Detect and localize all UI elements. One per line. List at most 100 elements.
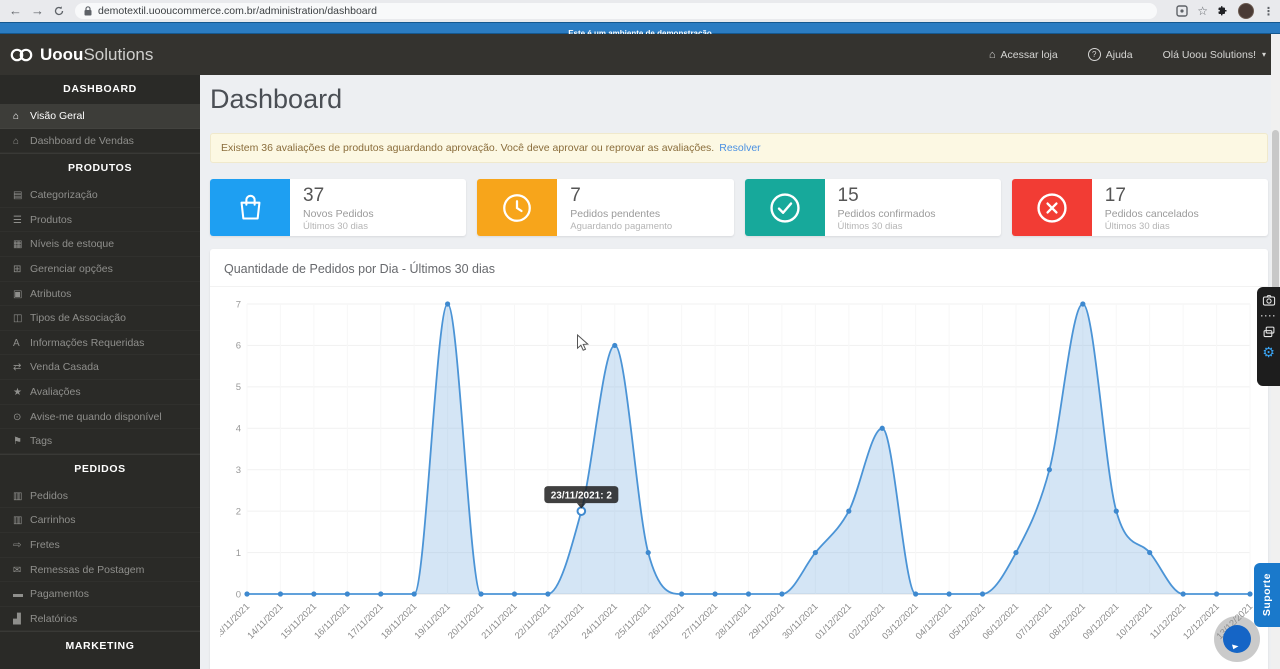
screenshot-extension-icon[interactable] xyxy=(1176,5,1188,17)
sidebar-item-label: Informações Requeridas xyxy=(30,336,145,349)
alert-text: Existem 36 avaliações de produtos aguard… xyxy=(221,142,715,154)
stat-value: 17 xyxy=(1104,185,1126,206)
y-tick-label: 1 xyxy=(236,548,241,559)
sidebar-item-label: Fretes xyxy=(30,538,60,551)
sidebar-item-informacoes-requeridas[interactable]: A Informações Requeridas xyxy=(0,331,200,356)
orders-per-day-chart[interactable]: 0123456713/11/202114/11/202115/11/202116… xyxy=(220,291,1255,643)
sidebar-item-label: Gerenciar opções xyxy=(30,262,113,275)
sidebar-item-label: Visão Geral xyxy=(30,110,85,122)
data-point[interactable] xyxy=(244,591,250,597)
forward-icon[interactable]: → xyxy=(31,0,44,22)
sidebar-item-pagamentos[interactable]: ▬ Pagamentos xyxy=(0,582,200,607)
data-point[interactable] xyxy=(913,591,919,597)
extensions-puzzle-icon[interactable] xyxy=(1217,5,1229,17)
data-point[interactable] xyxy=(645,549,651,556)
logo-text-light: Solutions xyxy=(83,44,154,64)
y-tick-label: 5 xyxy=(236,382,241,393)
resolver-link[interactable]: Resolver xyxy=(719,142,760,154)
x-tick-label: 10/12/2021 xyxy=(1114,601,1154,641)
sidebar-item-tags[interactable]: ⚑ Tags xyxy=(0,429,200,454)
sidebar-item-remessas-de-postagem[interactable]: ✉ Remessas de Postagem xyxy=(0,558,200,583)
data-point[interactable] xyxy=(779,591,785,597)
sidebar-item-atributos[interactable]: ▣ Atributos xyxy=(0,282,200,307)
cart-icon: ▥ xyxy=(13,490,23,502)
data-point[interactable] xyxy=(879,425,885,431)
sidebar-item-categorizacao[interactable]: ▤ Categorização xyxy=(0,183,200,208)
sidebar-item-produtos[interactable]: ☰ Produtos xyxy=(0,208,200,233)
help-link[interactable]: ? Ajuda xyxy=(1087,48,1133,61)
data-point[interactable] xyxy=(1080,301,1086,307)
data-point[interactable] xyxy=(1180,591,1186,597)
sidebar-section-dashboard: DASHBOARD xyxy=(63,83,137,95)
sidebar-item-label: Relatórios xyxy=(30,612,78,625)
bookmark-star-icon[interactable]: ☆ xyxy=(1197,4,1208,18)
sidebar-item-visao-geral[interactable]: ⌂ Visão Geral xyxy=(0,104,200,129)
extension-toolbar: ···· ⚙ xyxy=(1257,287,1280,386)
sidebar-item-label: Produtos xyxy=(30,213,73,226)
browser-menu-icon[interactable]: ⋮ xyxy=(1263,5,1274,18)
user-menu[interactable]: Olá Uoou Solutions! ▾ xyxy=(1163,49,1266,61)
stat-card-text: 15 Pedidos confirmados Últimos 30 dias xyxy=(825,179,936,236)
attribute-icon: ▣ xyxy=(13,288,23,300)
stat-card-pedidos-cancelados[interactable]: 17 Pedidos cancelados Últimos 30 dias xyxy=(1011,179,1268,236)
logo[interactable]: Uoou Solutions xyxy=(10,45,153,65)
sidebar-item-niveis-de-estoque[interactable]: ▦ Níveis de estoque xyxy=(0,232,200,257)
data-point[interactable] xyxy=(1247,591,1253,597)
data-point[interactable] xyxy=(1113,508,1119,514)
sidebar-item-fretes[interactable]: ⇨ Fretes xyxy=(0,533,200,558)
address-bar[interactable]: demotextil.uooucommerce.com.br/administr… xyxy=(75,3,1158,19)
support-tab-label: Suporte xyxy=(1261,573,1273,617)
sidebar-item-avise-me-quando-disponivel[interactable]: ⊙ Avise-me quando disponível xyxy=(0,405,200,430)
help-label: Ajuda xyxy=(1105,48,1133,61)
data-point[interactable] xyxy=(545,591,551,597)
data-point[interactable] xyxy=(1046,467,1052,473)
sidebar-item-label: Remessas de Postagem xyxy=(30,563,145,576)
screenshots-stack-icon[interactable] xyxy=(1262,325,1276,339)
data-point[interactable] xyxy=(344,591,350,597)
data-point[interactable] xyxy=(511,591,518,597)
stat-card-text: 7 Pedidos pendentes Aguardando pagamento xyxy=(557,179,672,236)
profile-avatar[interactable] xyxy=(1238,3,1254,19)
sidebar-item-relatorios[interactable]: ▟ Relatórios xyxy=(0,607,200,632)
stat-card-novos-pedidos[interactable]: 37 Novos Pedidos Últimos 30 dias xyxy=(210,179,467,236)
data-point[interactable] xyxy=(712,591,718,597)
stat-card-pedidos-pendentes[interactable]: 7 Pedidos pendentes Aguardando pagamento xyxy=(477,179,734,236)
mail-icon: ✉ xyxy=(13,564,22,576)
scrollbar-thumb[interactable] xyxy=(1272,130,1279,290)
sidebar-item-carrinhos[interactable]: ▥ Carrinhos xyxy=(0,508,200,533)
data-point[interactable] xyxy=(277,591,284,597)
more-options-icon[interactable]: ···· xyxy=(1261,312,1277,321)
data-point[interactable] xyxy=(1013,549,1019,556)
data-point[interactable] xyxy=(1213,591,1220,597)
stat-card-pedidos-confirmados[interactable]: 15 Pedidos confirmados Últimos 30 dias xyxy=(744,179,1001,236)
data-point[interactable] xyxy=(612,342,618,349)
sidebar-item-gerenciar-opcoes[interactable]: ⊞ Gerenciar opções xyxy=(0,257,200,282)
back-icon[interactable]: ← xyxy=(9,0,22,22)
chart-title: Quantidade de Pedidos por Dia - Últimos … xyxy=(210,249,1268,287)
sidebar-item-tipos-de-associacao[interactable]: ◫ Tipos de Associação xyxy=(0,306,200,331)
access-store-link[interactable]: ⌂ Acessar loja xyxy=(989,49,1058,61)
sidebar-item-avaliacoes[interactable]: ★ Avaliações xyxy=(0,380,200,405)
support-tab[interactable]: Suporte xyxy=(1254,563,1280,627)
camera-icon[interactable] xyxy=(1262,294,1276,307)
data-point[interactable] xyxy=(946,591,952,597)
data-point[interactable] xyxy=(411,591,417,597)
data-point[interactable] xyxy=(445,301,451,307)
data-point[interactable] xyxy=(478,591,484,597)
refresh-icon[interactable] xyxy=(53,5,65,17)
sidebar-item-venda-casada[interactable]: ⇄ Venda Casada xyxy=(0,355,200,380)
chat-widget[interactable] xyxy=(1214,616,1260,662)
data-point[interactable] xyxy=(378,591,384,597)
data-point[interactable] xyxy=(812,549,818,556)
settings-gear-icon[interactable]: ⚙ xyxy=(1262,345,1275,359)
stat-label: Novos Pedidos xyxy=(303,207,374,220)
data-point[interactable] xyxy=(679,591,685,597)
main-content: Dashboard Existem 36 avaliações de produ… xyxy=(200,75,1280,669)
data-point[interactable] xyxy=(745,591,752,597)
data-point[interactable] xyxy=(979,591,986,597)
sidebar-item-dashboard-de-vendas[interactable]: ⌂ Dashboard de Vendas xyxy=(0,129,200,154)
data-point[interactable] xyxy=(311,591,317,597)
data-point[interactable] xyxy=(1147,549,1153,556)
data-point[interactable] xyxy=(846,508,852,514)
sidebar-item-pedidos[interactable]: ▥ Pedidos xyxy=(0,484,200,509)
